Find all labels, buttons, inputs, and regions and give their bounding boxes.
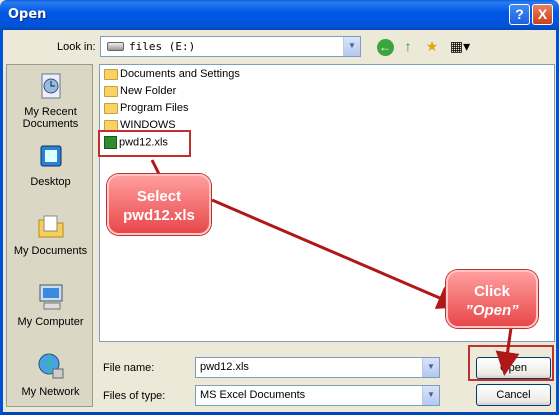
- annotation-arrows: [150, 159, 520, 376]
- arrow-to-open-button: [495, 327, 520, 376]
- callout-line1: Click: [474, 283, 510, 300]
- click-callout: Click ”Open”: [446, 270, 538, 328]
- arrow-to-open: [211, 198, 462, 309]
- callout-line1: Select: [136, 188, 182, 205]
- select-callout: Select pwd12.xls: [107, 174, 211, 235]
- callout-line2: ”Open”: [465, 302, 519, 319]
- callout-line2: pwd12.xls: [123, 207, 195, 224]
